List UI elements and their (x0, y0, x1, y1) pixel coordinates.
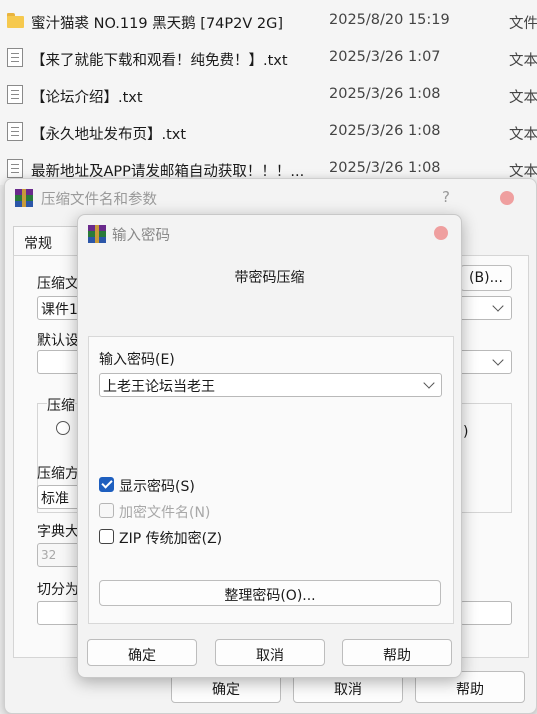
default-profile-label: 默认设 (37, 333, 79, 349)
zip-legacy-label: ZIP 传统加密(Z) (119, 531, 223, 547)
archive-name-value: 课件1 (41, 302, 78, 318)
method-select[interactable]: 标准 (37, 485, 82, 509)
cancel-button-label: 取消 (256, 648, 284, 664)
file-row[interactable]: 【永久地址发布页】.txt 2025/3/26 1:08 文本 (0, 113, 537, 150)
dictionary-select[interactable]: 32 (37, 543, 82, 567)
file-date: 2025/3/26 1:08 (329, 86, 441, 102)
file-row[interactable]: 【来了就能下载和观看！纯免费！】.txt 2025/3/26 1:07 文本 (0, 39, 537, 76)
file-row[interactable]: 蜜汁猫裘 NO.119 黑天鹅 [74P2V 2G] 2025/8/20 15:… (0, 2, 537, 39)
file-name: 【论坛介绍】.txt (31, 90, 143, 106)
compress-group-label: 压缩 (47, 395, 75, 415)
cancel-button-label: 取消 (334, 682, 362, 698)
encrypt-names-label: 加密文件名(N) (119, 505, 211, 521)
dictionary-value: 32 (41, 548, 57, 562)
password-dialog: 输入密码 带密码压缩 输入密码(E) 上老王论坛当老王 显示密码(S) 加密文件… (77, 214, 462, 678)
organize-button-label: 整理密码(O)... (224, 588, 316, 604)
password-input[interactable]: 上老王论坛当老王 (99, 373, 442, 397)
browse-button[interactable]: (B)... (460, 265, 512, 291)
cancel-button[interactable]: 取消 (215, 639, 325, 666)
show-password-checkbox[interactable] (99, 477, 114, 492)
dictionary-label: 字典大 (37, 524, 79, 540)
chevron-down-icon (492, 300, 504, 312)
password-panel: 输入密码(E) 上老王论坛当老王 显示密码(S) 加密文件名(N) ZIP 传统… (88, 336, 454, 624)
file-name: 【来了就能下载和观看！纯免费！】.txt (31, 53, 288, 69)
organize-passwords-button[interactable]: 整理密码(O)... (99, 580, 441, 606)
split-size-field[interactable] (37, 601, 82, 625)
method-label: 压缩方 (37, 466, 79, 482)
file-date: 2025/3/26 1:07 (329, 49, 441, 65)
folder-icon (7, 11, 24, 30)
encrypt-names-checkbox[interactable] (99, 503, 114, 518)
ok-button[interactable]: 确定 (87, 639, 197, 666)
password-value: 上老王论坛当老王 (103, 379, 215, 395)
archive-name-label: 压缩文 (37, 276, 79, 292)
file-date: 2025/3/26 1:08 (329, 123, 441, 139)
radio-label-tail: ) (463, 424, 469, 440)
split-label: 切分为 (37, 582, 79, 598)
file-type: 文本 (509, 127, 537, 143)
text-file-icon (7, 48, 23, 67)
browse-button-label: (B)... (469, 270, 503, 286)
text-file-icon (7, 85, 23, 104)
file-list: 蜜汁猫裘 NO.119 黑天鹅 [74P2V 2G] 2025/8/20 15:… (0, 0, 537, 185)
dialog-title: 压缩文件名和参数 (41, 192, 157, 208)
text-file-icon (7, 122, 23, 141)
file-date: 2025/3/26 1:08 (329, 160, 441, 176)
winrar-icon (88, 225, 106, 243)
help-button-label: 帮助 (456, 682, 484, 698)
file-name: 蜜汁猫裘 NO.119 黑天鹅 [74P2V 2G] (31, 16, 284, 32)
ok-button-label: 确定 (212, 682, 240, 698)
dialog-title: 输入密码 (112, 228, 170, 244)
password-label: 输入密码(E) (99, 352, 175, 368)
help-button[interactable]: 帮助 (342, 639, 452, 666)
format-radio[interactable] (56, 421, 70, 435)
file-date: 2025/8/20 15:19 (329, 12, 450, 28)
zip-legacy-checkbox[interactable] (99, 529, 114, 544)
file-type: 文件 (509, 16, 537, 32)
file-type: 文本 (509, 53, 537, 69)
winrar-icon (15, 189, 33, 207)
help-icon[interactable]: ? (442, 188, 450, 206)
show-password-label: 显示密码(S) (119, 479, 195, 495)
chevron-down-icon (492, 354, 504, 366)
dialog-subtitle: 带密码压缩 (234, 270, 305, 286)
tab-general[interactable]: 常规 (13, 226, 79, 256)
split-unit-select[interactable] (460, 601, 512, 625)
file-row[interactable]: 【论坛介绍】.txt 2025/3/26 1:08 文本 (0, 76, 537, 113)
text-file-icon (7, 159, 23, 178)
close-icon[interactable] (500, 191, 514, 205)
tab-label: 常规 (24, 236, 52, 252)
chevron-down-icon (423, 377, 435, 389)
method-value: 标准 (41, 491, 69, 507)
help-button-label: 帮助 (383, 648, 411, 664)
ok-button-label: 确定 (128, 648, 156, 664)
file-type: 文本 (509, 90, 537, 106)
close-icon[interactable] (434, 226, 448, 240)
file-name: 【永久地址发布页】.txt (31, 127, 187, 143)
